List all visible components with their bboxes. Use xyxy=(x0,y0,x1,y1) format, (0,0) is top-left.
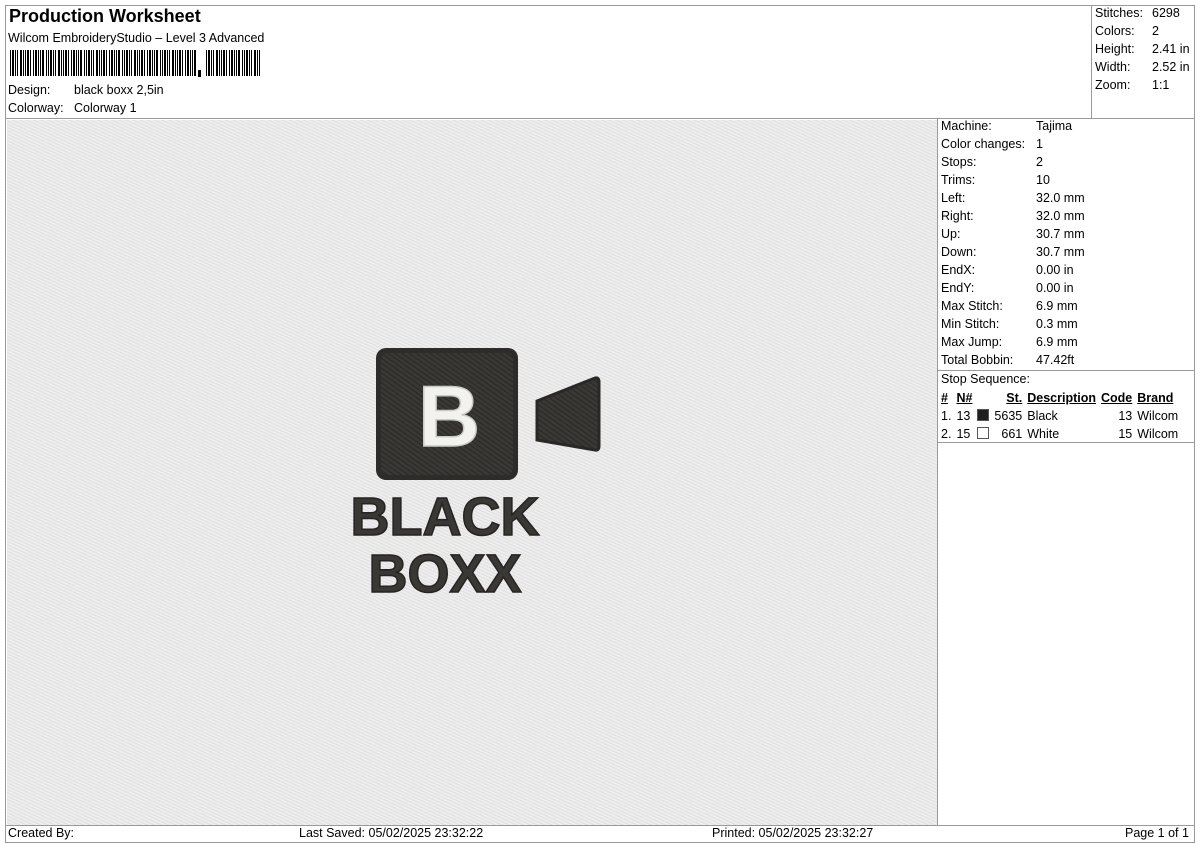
machine-info-label: Max Jump: xyxy=(941,335,1003,349)
row-swatch xyxy=(975,407,992,425)
colors-value: 2 xyxy=(1152,24,1159,38)
design-name: black boxx 2,5in xyxy=(74,83,164,97)
row-brand: Wilcom xyxy=(1137,409,1179,423)
table-header-row: # N# St. Description Code Brand xyxy=(939,389,1181,407)
row-brand: Wilcom xyxy=(1137,427,1179,441)
color-swatch xyxy=(977,409,990,421)
height-value: 2.41 in xyxy=(1152,42,1190,56)
machine-info-value: 30.7 mm xyxy=(1036,227,1085,241)
software-name: Wilcom EmbroideryStudio – Level 3 Advanc… xyxy=(8,31,265,45)
row-needle: 13 xyxy=(956,409,971,423)
machine-info-value: 32.0 mm xyxy=(1036,191,1085,205)
summary-divider xyxy=(1091,5,1092,118)
machine-info-label: Down: xyxy=(941,245,977,259)
footer-divider xyxy=(5,825,1195,826)
barcode xyxy=(10,50,260,77)
row-description: Black xyxy=(1027,409,1058,423)
embroidery-design: B BLACK BOXX xyxy=(350,348,601,605)
machine-info-value: Tajima xyxy=(1036,119,1073,133)
row-code: 15 xyxy=(1118,427,1133,441)
machine-info-value: 2 xyxy=(1036,155,1043,169)
machine-info-value: 47.42ft xyxy=(1036,353,1075,367)
col-needle-header: N# xyxy=(956,391,973,405)
printed-date: Printed: 05/02/2025 23:32:27 xyxy=(712,826,874,840)
machine-info-value: 6.9 mm xyxy=(1036,335,1078,349)
header-divider xyxy=(5,118,1195,119)
machine-info-value: 6.9 mm xyxy=(1036,299,1078,313)
machine-info-label: Trims: xyxy=(941,173,976,187)
width-value: 2.52 in xyxy=(1152,60,1190,74)
row-needle: 15 xyxy=(956,427,971,441)
machine-info-label: Min Stitch: xyxy=(941,317,1000,331)
machine-info-label: Machine: xyxy=(941,119,992,133)
row-stitches: 661 xyxy=(1001,427,1023,441)
machine-info-value: 0.00 in xyxy=(1036,281,1074,295)
machine-info-label: Stops: xyxy=(941,155,977,169)
page-title: Production Worksheet xyxy=(9,6,201,26)
stitches-value: 6298 xyxy=(1152,6,1180,20)
machine-info-value: 30.7 mm xyxy=(1036,245,1085,259)
colorway-name: Colorway 1 xyxy=(74,101,137,115)
col-brand-header: Brand xyxy=(1137,391,1174,405)
col-stitches-header: St. xyxy=(1006,391,1023,405)
machine-info-label: Total Bobbin: xyxy=(941,353,1014,367)
machine-info-label: EndX: xyxy=(941,263,976,277)
color-swatch xyxy=(977,427,990,439)
row-num: 1. xyxy=(941,409,952,423)
sidebar-divider xyxy=(937,118,938,825)
row-code: 13 xyxy=(1118,409,1133,423)
machine-info-value: 1 xyxy=(1036,137,1043,151)
design-label: Design: xyxy=(8,83,51,97)
row-stitches: 5635 xyxy=(994,409,1023,423)
col-num-header: # xyxy=(941,391,948,405)
col-description-header: Description xyxy=(1027,391,1096,405)
machine-info-value: 0.00 in xyxy=(1036,263,1074,277)
machine-info-label: Color changes: xyxy=(941,137,1026,151)
machine-info-label: Left: xyxy=(941,191,966,205)
machine-info-value: 10 xyxy=(1036,173,1050,187)
machine-info-divider xyxy=(937,370,1195,371)
row-num: 2. xyxy=(941,427,952,441)
last-saved: Last Saved: 05/02/2025 23:32:22 xyxy=(299,826,484,840)
design-text-boxx: BOXX xyxy=(368,544,521,604)
camera-lens xyxy=(535,376,601,452)
created-by: Created By: xyxy=(8,826,75,840)
machine-info-label: Right: xyxy=(941,209,974,223)
stop-sequence-title: Stop Sequence: xyxy=(941,372,1030,386)
row-swatch xyxy=(975,425,992,443)
colorway-label: Colorway: xyxy=(8,101,64,115)
colors-label: Colors: xyxy=(1095,24,1135,38)
page-number: Page 1 of 1 xyxy=(1125,826,1189,840)
design-letter-b: B xyxy=(418,369,480,465)
row-description: White xyxy=(1027,427,1060,441)
machine-info-value: 0.3 mm xyxy=(1036,317,1078,331)
machine-info-label: Up: xyxy=(941,227,961,241)
table-row: 1. 13 5635 Black 13 Wilcom xyxy=(939,407,1181,425)
width-label: Width: xyxy=(1095,60,1131,74)
stop-sequence-table: # N# St. Description Code Brand 1. 13 56… xyxy=(939,389,1181,443)
machine-info-label: Max Stitch: xyxy=(941,299,1003,313)
zoom-label: Zoom: xyxy=(1095,78,1131,92)
table-row: 2. 15 661 White 15 Wilcom xyxy=(939,425,1181,443)
machine-info-label: EndY: xyxy=(941,281,975,295)
zoom-value: 1:1 xyxy=(1152,78,1170,92)
machine-info-value: 32.0 mm xyxy=(1036,209,1085,223)
stitches-label: Stitches: xyxy=(1095,6,1143,20)
design-preview: B BLACK BOXX xyxy=(7,120,937,825)
height-label: Height: xyxy=(1095,42,1135,56)
design-text-black: BLACK xyxy=(351,487,540,547)
col-code-header: Code xyxy=(1101,391,1133,405)
